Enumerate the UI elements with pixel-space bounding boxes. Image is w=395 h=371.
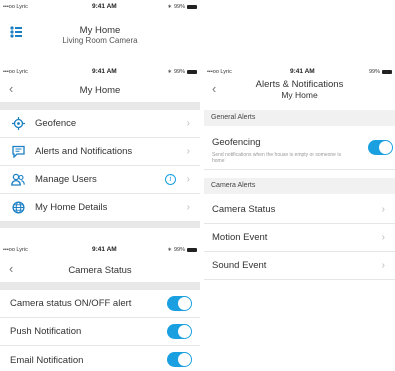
section-header-general: General Alerts — [204, 110, 395, 126]
status-right: ∗ 99% — [167, 69, 197, 75]
bluetooth-icon: ∗ — [167, 4, 172, 10]
chevron-right-icon: › — [381, 232, 385, 243]
battery-icon — [187, 248, 197, 252]
battery-percent: 99% — [368, 69, 380, 75]
list-item-label: Camera Status — [212, 204, 276, 215]
status-time: 9:41 AM — [92, 246, 117, 253]
toggle-label: Push Notification — [10, 326, 82, 337]
chat-bubble-icon — [11, 145, 25, 159]
list-item-home-details[interactable]: My Home Details › — [0, 194, 200, 222]
battery-percent: 99% — [173, 247, 185, 253]
list-item-label: My Home Details — [35, 202, 108, 213]
toggle-row-camera-status: Camera status ON/OFF alert — [0, 290, 200, 318]
globe-icon — [11, 201, 25, 215]
list-item-sound-event[interactable]: Sound Event › — [204, 252, 395, 280]
status-time: 9:41 AM — [92, 68, 117, 75]
bluetooth-icon: ∗ — [167, 247, 172, 253]
status-bar: •••oo Lyric 9:41 AM ∗ 99% — [0, 0, 200, 14]
page-title: Alerts & Notifications — [255, 79, 344, 90]
chevron-right-icon: › — [186, 146, 190, 157]
separator-band — [0, 102, 200, 110]
my-home-screen: •••oo Lyric 9:41 AM ∗ 99% ‹ My Home Geof… — [0, 62, 200, 230]
status-time: 9:41 AM — [290, 68, 315, 75]
battery-percent: 99% — [173, 69, 185, 75]
bluetooth-icon: ∗ — [167, 69, 172, 75]
info-icon[interactable]: i — [165, 174, 176, 185]
chevron-right-icon: › — [381, 204, 385, 215]
page-subtitle: My Home — [281, 90, 318, 100]
toggle-row-email: Email Notification — [0, 346, 200, 371]
geofencing-description: Send notifications when the house is emp… — [212, 152, 341, 164]
status-right: ∗ 99% — [167, 4, 197, 10]
push-notification-toggle[interactable] — [167, 324, 192, 339]
home-title: My Home — [79, 25, 121, 36]
section-header-camera: Camera Alerts — [204, 178, 395, 194]
status-bar: •••oo Lyric 9:41 AM ∗ 99% — [0, 243, 200, 257]
page-title: Camera Status — [68, 265, 132, 276]
toggle-label: Camera status ON/OFF alert — [10, 298, 132, 309]
battery-percent: 99% — [173, 4, 185, 10]
carrier-label: •••oo Lyric — [3, 247, 28, 253]
camera-status-screen: •••oo Lyric 9:41 AM ∗ 99% ‹ Camera Statu… — [0, 240, 200, 371]
status-right: 99% — [369, 69, 392, 75]
list-item-label: Manage Users — [35, 174, 97, 185]
camera-status-toggle[interactable] — [167, 296, 192, 311]
home-screen: •••oo Lyric 9:41 AM ∗ 99% My Home Living… — [0, 0, 200, 52]
list-item-alerts[interactable]: Alerts and Notifications › — [0, 138, 200, 166]
list-item-geofence[interactable]: Geofence › — [0, 110, 200, 138]
bottom-band — [0, 222, 200, 228]
chevron-right-icon: › — [186, 202, 190, 213]
geofencing-row: Geofencing Send notifications when the h… — [204, 126, 395, 170]
chevron-right-icon: › — [186, 118, 190, 129]
list-item-label: Geofence — [35, 118, 77, 129]
chevron-right-icon: › — [186, 174, 190, 185]
carrier-label: •••oo Lyric — [3, 4, 28, 10]
list-item-manage-users[interactable]: Manage Users i › — [0, 166, 200, 194]
list-item-label: Alerts and Notifications — [35, 146, 133, 157]
chevron-right-icon: › — [381, 260, 385, 271]
toggle-label: Email Notification — [10, 354, 84, 366]
email-notification-toggle[interactable] — [167, 352, 192, 367]
list-item-camera-status[interactable]: Camera Status › — [204, 196, 395, 224]
battery-icon — [382, 70, 392, 74]
carrier-label: •••oo Lyric — [207, 69, 232, 75]
page-title: My Home — [79, 85, 121, 96]
geofencing-toggle[interactable] — [368, 140, 393, 155]
users-icon — [11, 173, 25, 187]
battery-icon — [187, 70, 197, 74]
status-bar: •••oo Lyric 9:41 AM 99% — [204, 65, 395, 79]
list-item-motion-event[interactable]: Motion Event › — [204, 224, 395, 252]
status-bar: •••oo Lyric 9:41 AM ∗ 99% — [0, 65, 200, 79]
location-target-icon — [11, 117, 25, 131]
status-time: 9:41 AM — [92, 3, 117, 10]
geofencing-label: Geofencing — [212, 137, 261, 148]
toggle-row-push: Push Notification — [0, 318, 200, 346]
battery-icon — [187, 5, 197, 9]
home-subtitle: Living Room Camera — [62, 36, 138, 45]
separator-band — [0, 282, 200, 290]
status-right: ∗ 99% — [167, 247, 197, 253]
alerts-notifications-screen: •••oo Lyric 9:41 AM 99% ‹ Alerts & Notif… — [204, 62, 395, 284]
list-item-label: Motion Event — [212, 232, 268, 243]
list-item-label: Sound Event — [212, 260, 267, 271]
carrier-label: •••oo Lyric — [3, 69, 28, 75]
